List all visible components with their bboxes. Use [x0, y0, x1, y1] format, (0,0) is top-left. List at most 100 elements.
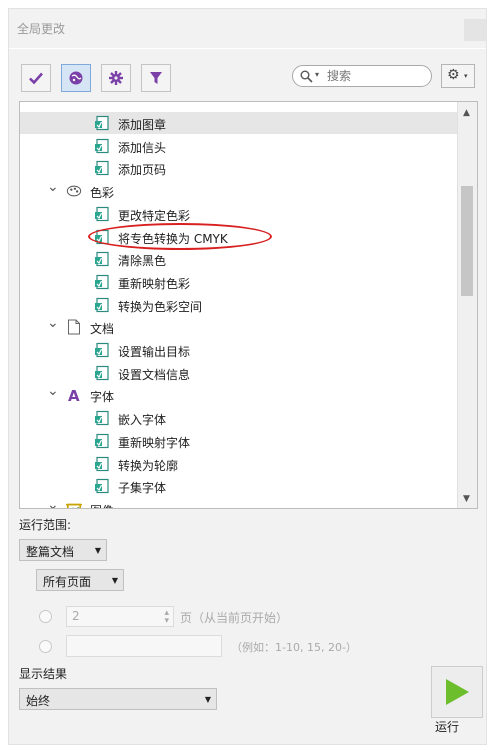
- filter-button[interactable]: [141, 64, 171, 92]
- svg-text:A: A: [68, 387, 80, 403]
- check-icon: [29, 72, 43, 85]
- action-icon: [94, 433, 110, 449]
- global-changes-panel: 全局更改 ▾ ⚙ ▾ 添加图章添加信头添加页码⌄色彩更改特定色彩将专色转换为 C…: [8, 8, 487, 745]
- chevron-down-icon[interactable]: ⌄: [47, 383, 59, 399]
- tree-item[interactable]: 重新映射字体: [20, 430, 457, 452]
- start-page-value: 2: [72, 609, 80, 623]
- settings-button[interactable]: [101, 64, 131, 92]
- action-icon: [94, 160, 110, 176]
- play-icon: [446, 679, 469, 705]
- start-page-spinner[interactable]: 2 ▴ ▾: [66, 606, 174, 627]
- start-page-suffix: 页（从当前页开始）: [180, 611, 289, 625]
- chevron-down-icon[interactable]: ⌄: [47, 179, 59, 195]
- tree-item-label: 添加页码: [118, 163, 167, 178]
- tree-item[interactable]: 清除黑色: [20, 248, 457, 270]
- options-dropdown-button[interactable]: ⚙ ▾: [441, 64, 475, 88]
- search-box[interactable]: ▾: [292, 65, 432, 87]
- tree-item[interactable]: 转换为色彩空间: [20, 294, 457, 316]
- action-icon: [94, 478, 110, 494]
- chevron-down-icon: ▾: [464, 72, 468, 80]
- scrollbar-thumb[interactable]: [461, 186, 473, 296]
- chevron-down-icon[interactable]: ⌄: [47, 315, 59, 331]
- tree-item-label: 清除黑色: [118, 254, 167, 269]
- gear-dropdown-icon: ⚙: [447, 67, 460, 83]
- show-results-label: 显示结果: [19, 667, 68, 681]
- tree-scrollbar[interactable]: ▲ ▼: [457, 102, 477, 508]
- palette-icon: [66, 183, 82, 199]
- tree-item[interactable]: 添加信头: [20, 135, 457, 157]
- tree-category[interactable]: ⌄ 文档: [20, 315, 457, 338]
- pages-select[interactable]: 所有页面 ▼: [36, 569, 124, 591]
- scroll-down-icon[interactable]: ▼: [463, 494, 470, 504]
- run-scope-label: 运行范围:: [19, 518, 72, 532]
- pages-select-value: 所有页面: [43, 575, 92, 589]
- page-range-example: （例如：1-10, 15, 20-）: [231, 641, 357, 654]
- run-button[interactable]: [431, 666, 483, 718]
- funnel-icon: [150, 72, 162, 84]
- tree-item-label: 色彩: [90, 186, 115, 201]
- panel-close-button[interactable]: [464, 19, 486, 41]
- chevron-down-icon: ▼: [94, 546, 101, 555]
- action-icon: [94, 456, 110, 472]
- tree-item[interactable]: 转换为轮廓: [20, 453, 457, 475]
- red-highlight-oval: [88, 223, 272, 250]
- image-icon: [66, 501, 82, 508]
- tree-item[interactable]: 设置输出目标: [20, 339, 457, 361]
- tree-item-label: 设置文档信息: [118, 367, 191, 382]
- scope-select[interactable]: 整篇文档 ▼: [19, 539, 107, 561]
- tree-category[interactable]: ⌄ 色彩: [20, 179, 457, 202]
- page-range-input[interactable]: [66, 635, 222, 657]
- action-icon: [94, 342, 110, 358]
- action-icon: [94, 410, 110, 426]
- font-icon: A: [66, 387, 82, 403]
- action-icon: [94, 297, 110, 313]
- scroll-up-icon[interactable]: ▲: [463, 108, 470, 118]
- tree-item-label: 嵌入字体: [118, 413, 167, 428]
- action-icon: [94, 206, 110, 222]
- tree-item-label: 字体: [90, 390, 115, 405]
- tree-item[interactable]: 子集字体: [20, 475, 457, 497]
- gear-icon: [109, 71, 123, 85]
- checkmark-button[interactable]: [21, 64, 51, 92]
- panel-title: 全局更改: [17, 22, 66, 36]
- page-range-radio[interactable]: [39, 640, 52, 653]
- tree-item[interactable]: 设置文档信息: [20, 362, 457, 384]
- tree-item-label: 文档: [90, 322, 115, 337]
- action-tree[interactable]: 添加图章 添加信头 添加页码 ⌄ 色彩 更改特定色彩 将专色转换为 CMYK 清除黑色 重新映射…: [19, 101, 478, 509]
- tree-item-label: 添加信头: [118, 140, 167, 155]
- action-icon: [94, 138, 110, 154]
- chevron-down-icon: ▼: [204, 695, 211, 704]
- title-divider: [9, 48, 486, 49]
- tree-category[interactable]: ⌄ A 字体: [20, 383, 457, 406]
- chevron-down-icon[interactable]: ⌄: [47, 497, 59, 508]
- search-icon: [300, 70, 313, 83]
- start-page-radio[interactable]: [39, 610, 52, 623]
- globe-icon: [69, 71, 83, 85]
- tree-item[interactable]: 添加图章: [20, 112, 457, 134]
- tree-item-label: 设置输出目标: [118, 345, 191, 359]
- tree-item-label: 重新映射色彩: [118, 276, 191, 291]
- show-results-select[interactable]: 始终 ▼: [19, 688, 217, 710]
- show-results-value: 始终: [26, 694, 51, 708]
- tree-item[interactable]: 嵌入字体: [20, 407, 457, 429]
- tree-item-label: 更改特定色彩: [118, 208, 191, 223]
- chevron-down-icon: ▼: [111, 576, 118, 585]
- action-icon: [94, 251, 110, 267]
- tree-item[interactable]: 重新映射色彩: [20, 271, 457, 293]
- spinner-arrows-icon[interactable]: ▴ ▾: [164, 609, 169, 626]
- scope-select-value: 整篇文档: [26, 545, 75, 559]
- tree-item-label: 转换为轮廓: [118, 458, 179, 473]
- globe-button[interactable]: [61, 64, 91, 92]
- tree-item[interactable]: 添加页码: [20, 157, 457, 179]
- tree-category[interactable]: ⌄ 图像: [20, 497, 457, 508]
- search-input[interactable]: [327, 68, 423, 84]
- tree-item-label: 重新映射字体: [118, 435, 191, 450]
- action-icon: [94, 365, 110, 381]
- document-icon: [66, 319, 82, 335]
- run-label: 运行: [435, 720, 460, 734]
- tree-item-label: 添加图章: [118, 118, 167, 132]
- action-icon: [94, 115, 110, 131]
- tree-item-label: 图像: [90, 502, 114, 508]
- tree-item[interactable]: 更改特定色彩: [20, 203, 457, 225]
- search-caret-icon[interactable]: ▾: [315, 70, 319, 79]
